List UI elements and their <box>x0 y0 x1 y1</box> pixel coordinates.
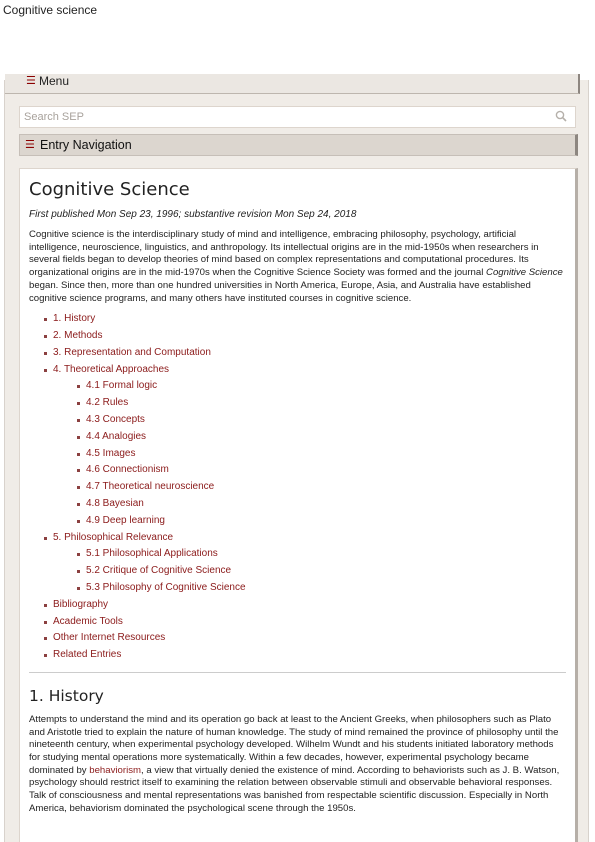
toc-link-philosophical-applications[interactable]: 5.1 Philosophical Applications <box>86 548 218 559</box>
entry-navigation-button[interactable]: ☰ Entry Navigation <box>19 134 578 156</box>
toc-link-theoretical-approaches[interactable]: 4. Theoretical Approaches <box>53 364 169 375</box>
toc-sublist: 5.1 Philosophical Applications 5.2 Criti… <box>53 546 566 596</box>
toc-item: 5.3 Philosophy of Cognitive Science <box>77 580 566 597</box>
toc-item: Related Entries <box>44 647 566 664</box>
toc-item: Academic Tools <box>44 614 566 631</box>
menu-label: Menu <box>39 74 70 88</box>
preamble-text-2: began. Since then, more than one hundred… <box>29 279 531 304</box>
toc-item: 4.2 Rules <box>77 395 566 412</box>
page-frame: ☰ Menu ☰ Entry Navigation Cognitive Scie… <box>4 74 589 842</box>
search-icon[interactable] <box>555 110 567 122</box>
toc-item: 4.1 Formal logic <box>77 378 566 395</box>
section-heading-history: 1. History <box>29 686 104 705</box>
preamble-text-1: Cognitive science is the interdisciplina… <box>29 229 539 279</box>
journal-title: Cognitive Science <box>486 267 563 279</box>
toc-item: 5.1 Philosophical Applications <box>77 546 566 563</box>
toc-link-philosophical-relevance[interactable]: 5. Philosophical Relevance <box>53 532 173 543</box>
toc-link-internet-resources[interactable]: Other Internet Resources <box>53 632 165 643</box>
toc-link-critique[interactable]: 5.2 Critique of Cognitive Science <box>86 565 231 576</box>
search-input[interactable] <box>20 107 520 127</box>
toc-sublist: 4.1 Formal logic 4.2 Rules 4.3 Concepts … <box>53 378 566 529</box>
toc-link-formal-logic[interactable]: 4.1 Formal logic <box>86 380 157 391</box>
toc-item: 4. Theoretical Approaches 4.1 Formal log… <box>44 362 566 530</box>
toc-link-bibliography[interactable]: Bibliography <box>53 599 108 610</box>
toc-link-bayesian[interactable]: 4.8 Bayesian <box>86 498 144 509</box>
toc-item: 4.7 Theoretical neuroscience <box>77 479 566 496</box>
toc-link-rules[interactable]: 4.2 Rules <box>86 397 128 408</box>
search-box <box>19 106 576 128</box>
toc-link-representation[interactable]: 3. Representation and Computation <box>53 347 211 358</box>
toc-link-concepts[interactable]: 4.3 Concepts <box>86 414 145 425</box>
toc-link-academic-tools[interactable]: Academic Tools <box>53 616 123 627</box>
toc-item: Bibliography <box>44 597 566 614</box>
article-content: Cognitive Science First published Mon Se… <box>19 168 578 842</box>
toc-link-deep-learning[interactable]: 4.9 Deep learning <box>86 515 165 526</box>
divider <box>29 671 566 673</box>
toc-link-connectionism[interactable]: 4.6 Connectionism <box>86 464 169 475</box>
page-title: Cognitive Science <box>29 179 190 200</box>
toc-item: 3. Representation and Computation <box>44 345 566 362</box>
toc-item: Other Internet Resources <box>44 630 566 647</box>
entry-navigation-label: Entry Navigation <box>40 138 132 152</box>
preamble: Cognitive science is the interdisciplina… <box>29 229 566 305</box>
toc-link-philosophy-of-cogsci[interactable]: 5.3 Philosophy of Cognitive Science <box>86 582 246 593</box>
publication-info: First published Mon Sep 23, 1996; substa… <box>29 209 357 220</box>
toc-item: 4.4 Analogies <box>77 429 566 446</box>
toc-link-methods[interactable]: 2. Methods <box>53 330 102 341</box>
menu-button[interactable]: ☰ Menu <box>5 74 580 94</box>
history-paragraph: Attempts to understand the mind and its … <box>29 714 566 816</box>
toc-link-history[interactable]: 1. History <box>53 313 95 324</box>
table-of-contents: 1. History 2. Methods 3. Representation … <box>29 311 566 664</box>
toc-item: 2. Methods <box>44 328 566 345</box>
toc-item: 4.3 Concepts <box>77 412 566 429</box>
toc-link-theoretical-neuroscience[interactable]: 4.7 Theoretical neuroscience <box>86 481 214 492</box>
toc-item: 4.8 Bayesian <box>77 496 566 513</box>
toc-item: 4.9 Deep learning <box>77 513 566 530</box>
toc-item: 5. Philosophical Relevance 5.1 Philosoph… <box>44 530 566 597</box>
toc-item: 4.6 Connectionism <box>77 462 566 479</box>
hamburger-icon: ☰ <box>25 139 35 151</box>
toc-item: 4.5 Images <box>77 446 566 463</box>
hamburger-icon: ☰ <box>26 75 36 87</box>
toc-link-related-entries[interactable]: Related Entries <box>53 649 121 660</box>
toc-item: 1. History <box>44 311 566 328</box>
toc-link-images[interactable]: 4.5 Images <box>86 448 135 459</box>
toc-item: 5.2 Critique of Cognitive Science <box>77 563 566 580</box>
toc-link-analogies[interactable]: 4.4 Analogies <box>86 431 146 442</box>
behaviorism-link[interactable]: behaviorism <box>89 765 141 776</box>
window-title: Cognitive science <box>3 3 98 17</box>
